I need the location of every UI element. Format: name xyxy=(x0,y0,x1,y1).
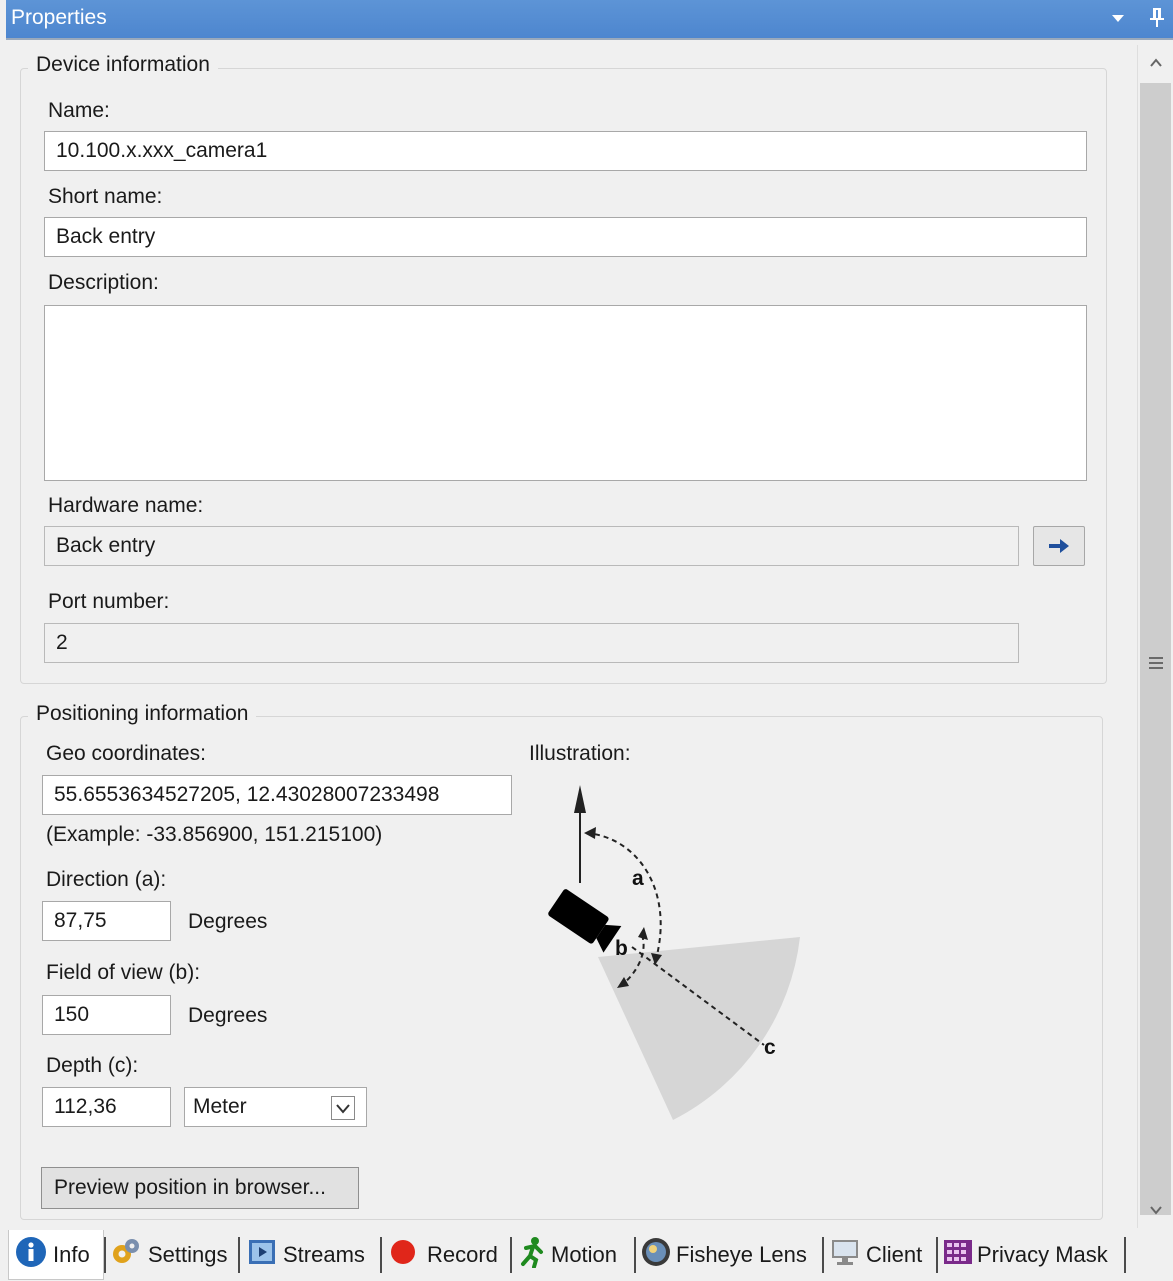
depth-unit-value: Meter xyxy=(193,1095,247,1118)
port-number-field: 2 xyxy=(44,623,1019,663)
tab-separator xyxy=(380,1237,382,1273)
hardware-name-field: Back entry xyxy=(44,526,1019,566)
camera-icon xyxy=(548,889,622,953)
tab-separator xyxy=(238,1237,240,1273)
streams-icon xyxy=(247,1237,277,1273)
dropdown-arrow-icon[interactable] xyxy=(1110,8,1126,31)
tab-fisheye-lens[interactable]: Fisheye Lens xyxy=(640,1230,807,1280)
tab-separator xyxy=(936,1237,938,1273)
direction-label: Direction (a): xyxy=(46,868,167,891)
settings-icon xyxy=(110,1236,142,1274)
right-arrow-icon xyxy=(1049,539,1069,553)
device-information-legend: Device information xyxy=(28,53,218,77)
tab-streams[interactable]: Streams xyxy=(247,1230,365,1280)
port-number-label: Port number: xyxy=(48,590,170,613)
motion-icon xyxy=(517,1236,547,1274)
tab-separator xyxy=(1124,1237,1126,1273)
privacy-mask-icon xyxy=(943,1238,973,1272)
client-icon xyxy=(830,1237,860,1273)
tab-record[interactable]: Record xyxy=(389,1230,498,1280)
tab-record-label: Record xyxy=(427,1242,498,1267)
tab-settings-label: Settings xyxy=(148,1242,228,1267)
info-icon xyxy=(15,1236,47,1274)
record-icon xyxy=(389,1238,417,1272)
short-name-label: Short name: xyxy=(48,185,163,208)
tab-separator xyxy=(104,1237,106,1273)
scroll-down-icon[interactable] xyxy=(1138,1192,1173,1228)
tab-separator xyxy=(634,1237,636,1273)
vertical-scrollbar[interactable] xyxy=(1137,45,1173,1228)
go-to-hardware-button[interactable] xyxy=(1033,526,1085,566)
tab-streams-label: Streams xyxy=(283,1242,365,1267)
tab-motion[interactable]: Motion xyxy=(517,1230,617,1280)
depth-unit-select[interactable]: Meter xyxy=(184,1087,367,1127)
field-of-view-field[interactable]: 150 xyxy=(42,995,171,1035)
description-label: Description: xyxy=(48,271,159,294)
illustration-letter-a: a xyxy=(632,867,644,890)
direction-unit-label: Degrees xyxy=(188,910,268,933)
direction-arc-start-arrow-icon xyxy=(584,827,596,839)
fov-arc-top-arrow-icon xyxy=(638,927,648,940)
tab-client-label: Client xyxy=(866,1242,923,1267)
geo-coordinates-label: Geo coordinates: xyxy=(46,742,206,765)
illustration-letter-c: c xyxy=(764,1036,776,1059)
description-textarea[interactable] xyxy=(44,305,1087,481)
tab-info-label: Info xyxy=(53,1241,90,1267)
properties-titlebar: Properties xyxy=(6,0,1173,40)
north-arrow-icon xyxy=(574,785,586,813)
preview-position-button[interactable]: Preview position in browser... xyxy=(41,1167,359,1209)
chevron-down-icon[interactable] xyxy=(331,1096,355,1120)
name-field[interactable]: 10.100.x.xxx_camera1 xyxy=(44,131,1087,171)
tab-info[interactable]: Info xyxy=(8,1230,104,1280)
illustration-letter-b: b xyxy=(615,937,628,960)
hardware-name-label: Hardware name: xyxy=(48,494,204,517)
tab-motion-label: Motion xyxy=(551,1242,618,1267)
scrollbar-grip-icon xyxy=(1149,657,1163,669)
tab-privacy-mask[interactable]: Privacy Mask xyxy=(943,1230,1108,1280)
pin-icon[interactable] xyxy=(1148,6,1166,34)
short-name-field[interactable]: Back entry xyxy=(44,217,1087,257)
geo-example-text: (Example: -33.856900, 151.215100) xyxy=(46,823,383,846)
fisheye-lens-icon xyxy=(640,1236,672,1274)
tab-privacy-mask-label: Privacy Mask xyxy=(977,1242,1108,1267)
tab-separator xyxy=(510,1237,512,1273)
tab-settings[interactable]: Settings xyxy=(110,1230,228,1280)
positioning-information-legend: Positioning information xyxy=(28,702,257,726)
scrollbar-thumb[interactable] xyxy=(1140,83,1171,1215)
geo-coordinates-field[interactable]: 55.6553634527205, 12.43028007233498 xyxy=(42,775,512,815)
camera-illustration: a b c xyxy=(548,785,800,1120)
window-title: Properties xyxy=(11,6,107,29)
tab-fisheye-lens-label: Fisheye Lens xyxy=(676,1242,807,1267)
name-label: Name: xyxy=(48,99,110,122)
tab-separator xyxy=(822,1237,824,1273)
field-of-view-label: Field of view (b): xyxy=(46,961,201,984)
scroll-up-icon[interactable] xyxy=(1138,45,1173,81)
tab-client[interactable]: Client xyxy=(830,1230,922,1280)
field-of-view-cone xyxy=(598,937,800,1120)
direction-field[interactable]: 87,75 xyxy=(42,901,171,941)
depth-field[interactable]: 112,36 xyxy=(42,1087,171,1127)
depth-label: Depth (c): xyxy=(46,1054,139,1077)
illustration-label: Illustration: xyxy=(529,742,631,765)
field-of-view-unit-label: Degrees xyxy=(188,1004,268,1027)
